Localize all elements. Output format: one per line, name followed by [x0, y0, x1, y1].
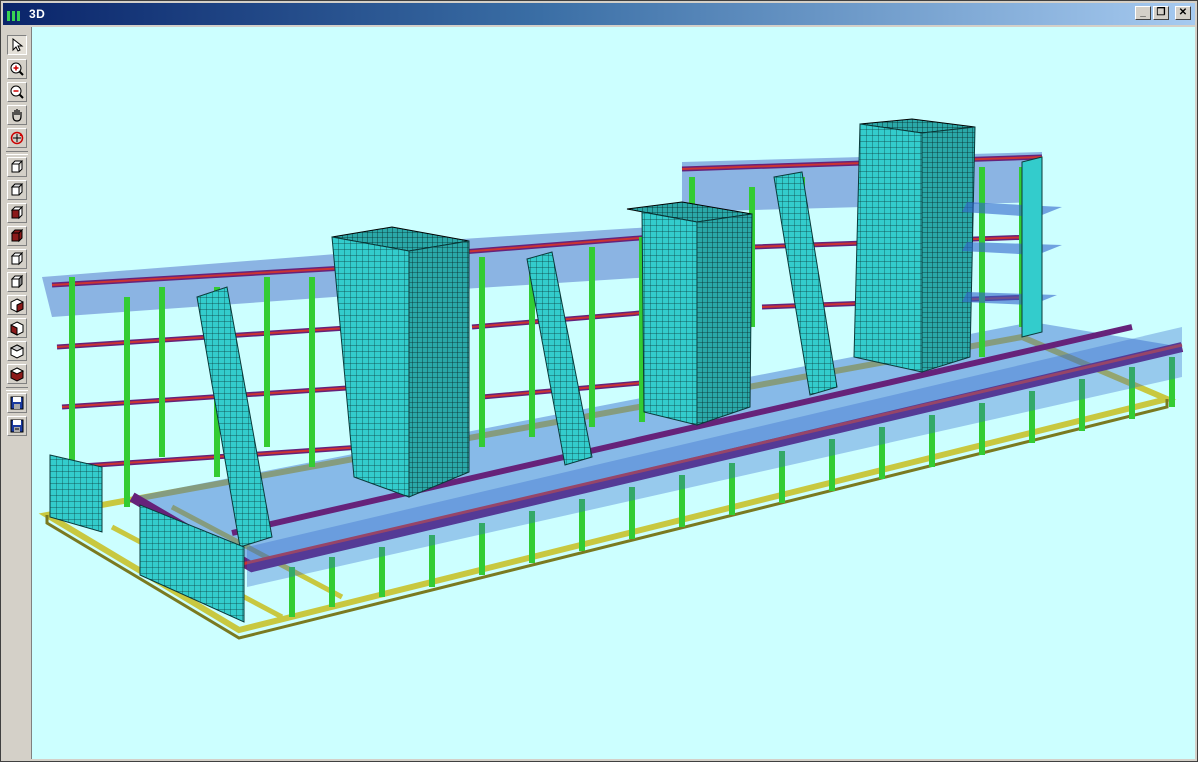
- pan-tool[interactable]: [7, 105, 27, 125]
- floppy-disk-icon: [10, 419, 24, 433]
- cube-icon: [11, 160, 24, 173]
- toolbar-separator: [6, 151, 28, 155]
- cube-back-icon: [10, 321, 24, 336]
- view-solid-tool[interactable]: [7, 226, 27, 246]
- zoom-in-icon: [10, 62, 24, 76]
- zoom-out-tool[interactable]: [7, 82, 27, 102]
- zoom-in-tool[interactable]: [7, 59, 27, 79]
- window-3d: 3D _ ❐ ✕: [0, 0, 1198, 762]
- cube-shaded-icon: [9, 367, 25, 382]
- hand-icon: [12, 109, 22, 122]
- view-toolbar: [3, 27, 32, 759]
- rotate-tool[interactable]: [7, 128, 27, 148]
- view-shaded-tool[interactable]: [7, 364, 27, 384]
- view-back-tool[interactable]: [7, 318, 27, 338]
- basement-walls: [49, 454, 245, 623]
- view-left-tool[interactable]: [7, 272, 27, 292]
- restore-button[interactable]: ❐: [1153, 6, 1169, 20]
- arrow-pointer-icon: [12, 38, 24, 52]
- cube-bottom-icon: [9, 344, 25, 359]
- window-title: 3D: [29, 7, 46, 21]
- cube-right-icon: [10, 298, 24, 313]
- minimize-button[interactable]: _: [1135, 6, 1151, 20]
- view-iso-1-tool[interactable]: [7, 157, 27, 177]
- save-as-tool[interactable]: [7, 416, 27, 436]
- select-tool[interactable]: [7, 35, 27, 55]
- structural-model-render: [38, 118, 1184, 640]
- rotate-icon: [10, 131, 24, 145]
- view-top-tool[interactable]: [7, 249, 27, 269]
- cube-solid-icon: [10, 228, 24, 243]
- cube-icon: [10, 183, 24, 196]
- cube-top-icon: [10, 251, 24, 266]
- view-bottom-tool[interactable]: [7, 341, 27, 361]
- save-tool[interactable]: [7, 393, 27, 413]
- toolbar-separator: [6, 387, 28, 391]
- zoom-out-icon: [10, 85, 24, 99]
- side-wall-right: [1021, 156, 1043, 338]
- app-icon: [7, 7, 23, 21]
- close-button[interactable]: ✕: [1175, 6, 1191, 20]
- view-iso-2-tool[interactable]: [7, 180, 27, 200]
- view-front-tool[interactable]: [7, 203, 27, 223]
- slab-edges: [962, 202, 1062, 305]
- title-bar[interactable]: 3D _ ❐ ✕: [3, 3, 1195, 25]
- view-right-tool[interactable]: [7, 295, 27, 315]
- cube-left-icon: [10, 274, 24, 289]
- cube-front-icon: [10, 205, 24, 220]
- floppy-disk-icon: [10, 396, 24, 410]
- 3d-viewport[interactable]: [32, 27, 1195, 759]
